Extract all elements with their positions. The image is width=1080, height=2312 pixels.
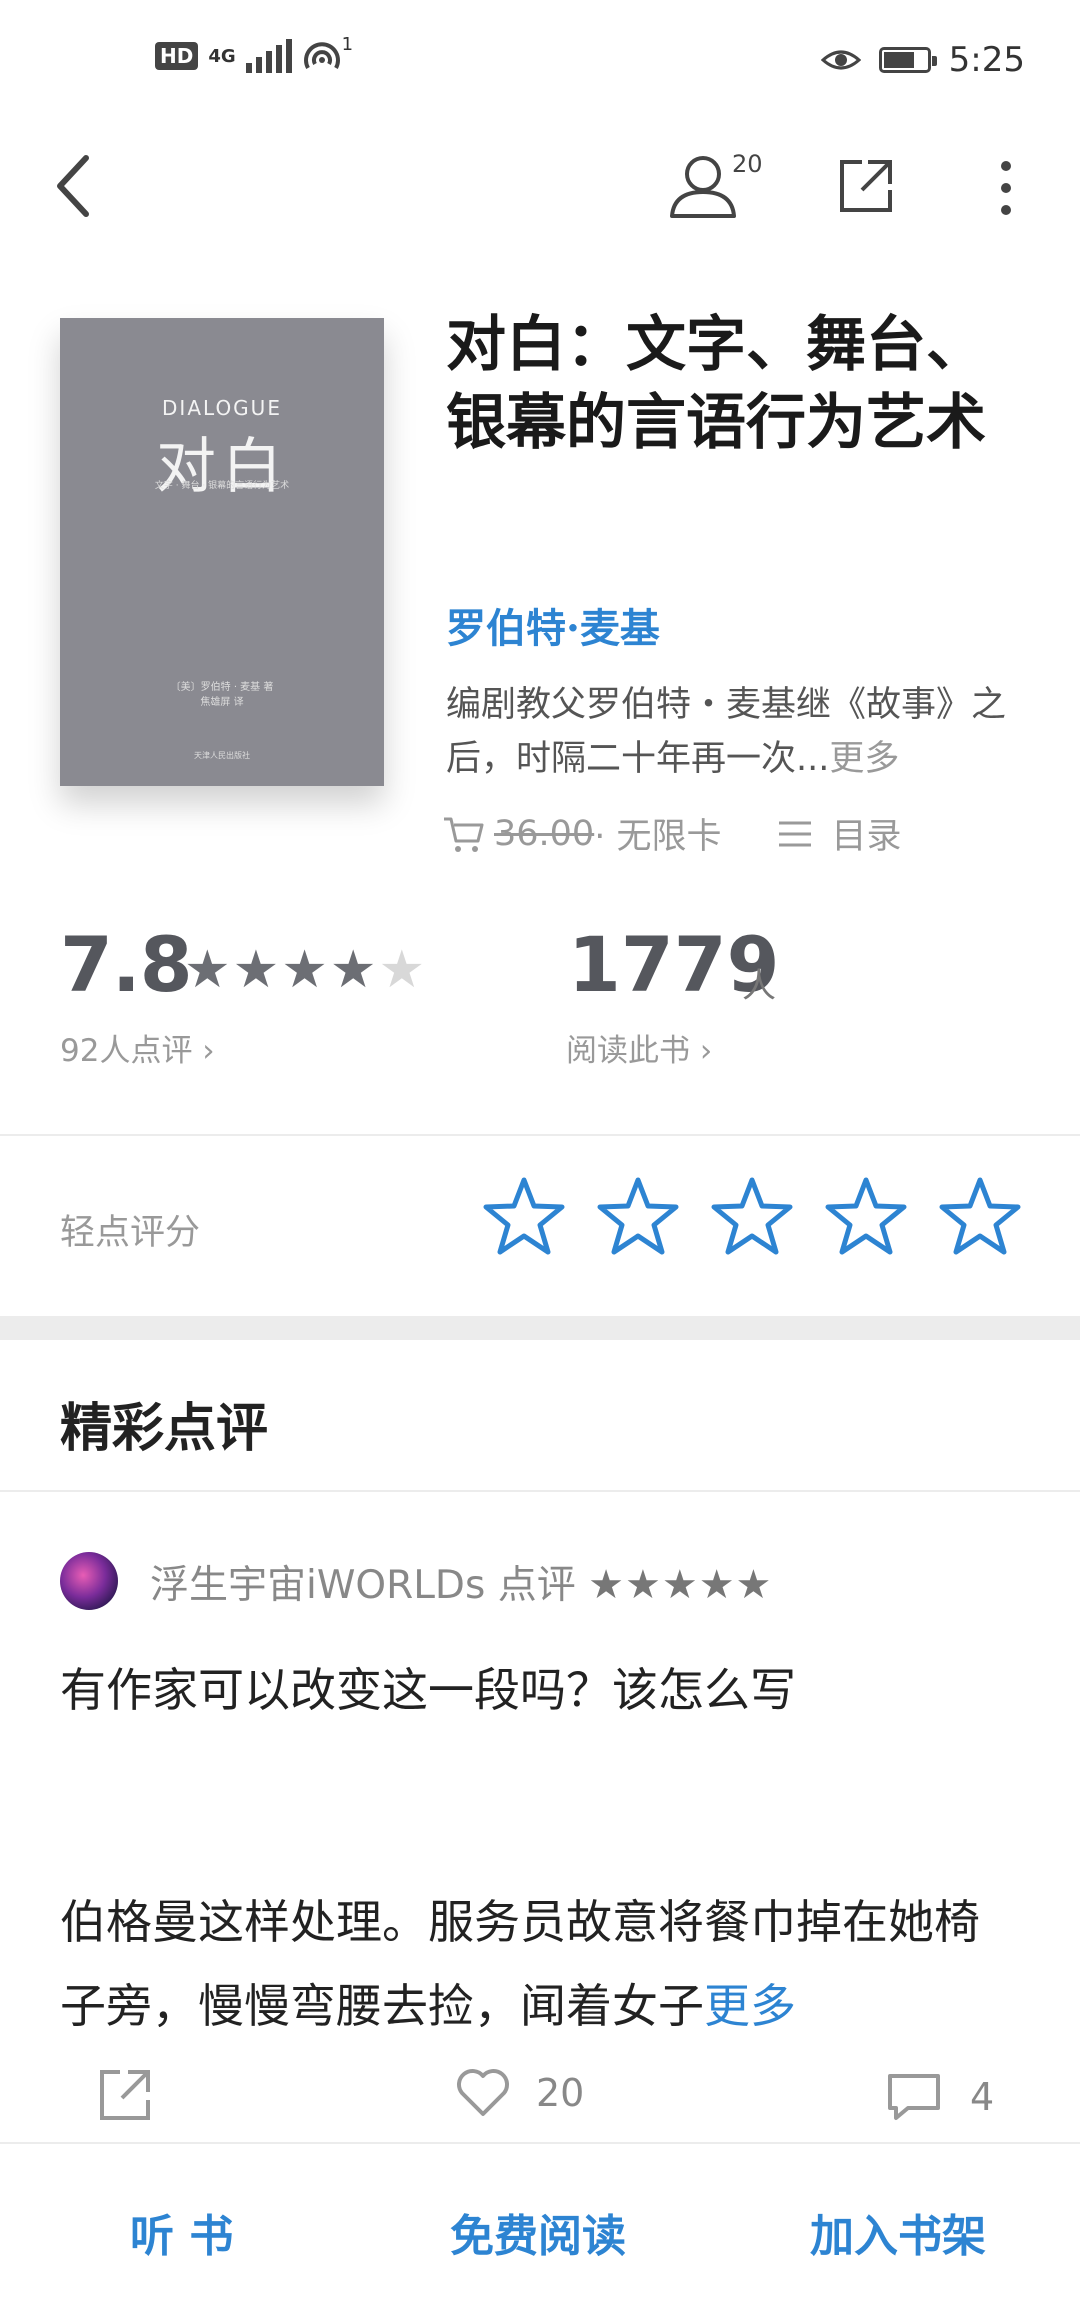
hotspot-icon <box>303 42 340 69</box>
featured-reviews-title: 精彩点评 <box>60 1399 269 1459</box>
readers-link[interactable]: 阅读此书 › <box>566 1025 712 1070</box>
book-description[interactable]: 编剧教父罗伯特・麦基继《故事》之后，时隔二十年再一次...更多 <box>446 678 1026 786</box>
cover-chinese-title: 对白 <box>156 432 288 502</box>
cover-publisher: 天津人民出版社 <box>194 751 250 760</box>
heart-icon <box>457 2069 509 2116</box>
signal-icon <box>245 39 292 73</box>
like-button[interactable]: 20 <box>456 2068 584 2118</box>
reviewer-name[interactable]: 浮生宇宙iWORLDs <box>150 1563 485 1608</box>
comment-button[interactable]: 4 <box>886 2072 994 2122</box>
chevron-right-icon: › <box>192 1033 215 1069</box>
review-count-link[interactable]: 92人点评 › <box>60 1025 215 1070</box>
reviewer-line: 浮生宇宙iWORLDs 点评 ★★★★★ <box>150 1554 772 1610</box>
readers-unit: 人 <box>742 966 776 1006</box>
star-filled-icon: ★ <box>232 940 282 1000</box>
star-empty-icon: ★ <box>378 940 428 1000</box>
readers-badge: 20 <box>732 150 763 178</box>
list-icon <box>779 821 812 846</box>
back-button[interactable] <box>52 154 92 218</box>
price-line: 36.00 · 无限卡 目录 <box>442 808 901 859</box>
toc-button[interactable]: 目录 <box>777 808 901 859</box>
review-stars: ★★★★★ <box>588 1562 773 1608</box>
cover-author: 〔美〕罗伯特 · 麦基 著 焦雄屏 译 <box>170 682 274 708</box>
book-price: 36.00 <box>494 813 595 854</box>
status-right: 5:25 <box>820 40 1025 80</box>
status-left: HD 4G 1 <box>155 34 353 74</box>
eye-comfort-icon <box>820 50 861 70</box>
cart-icon <box>444 817 484 852</box>
status-bar: HD 4G 1 5:25 <box>0 0 1080 120</box>
star-filled-icon: ★ <box>329 940 379 1000</box>
toc-label: 目录 <box>831 817 902 857</box>
comment-count: 4 <box>970 2075 995 2119</box>
section-gap <box>0 1316 1080 1340</box>
star-filled-icon: ★ <box>184 940 233 1000</box>
review-body[interactable]: 伯格曼这样处理。服务员故意将餐巾掉在她椅子旁，慢慢弯腰去捡，闻着女子更多 <box>60 1880 1020 2048</box>
add-to-shelf-button[interactable]: 加入书架 <box>810 2200 986 2264</box>
book-author[interactable]: 罗伯特·麦基 <box>446 596 660 654</box>
rate-star-1[interactable] <box>482 1174 566 1258</box>
hd-indicator: HD <box>155 42 199 70</box>
readers-button[interactable] <box>668 150 738 220</box>
comment-icon <box>888 2074 940 2120</box>
share-button[interactable] <box>836 156 896 216</box>
person-icon <box>670 156 736 218</box>
listen-button[interactable]: 听 书 <box>130 2200 233 2264</box>
clock: 5:25 <box>948 40 1025 80</box>
review-first-line[interactable]: 有作家可以改变这一段吗？该怎么写 <box>60 1654 796 1720</box>
rate-star-3[interactable] <box>710 1174 794 1258</box>
more-button[interactable] <box>996 158 1016 218</box>
rate-star-4[interactable] <box>824 1174 908 1258</box>
like-count: 20 <box>536 2071 585 2115</box>
hotspot-count: 1 <box>341 33 354 55</box>
book-cover[interactable]: DIALOGUE 对白 文字 · 舞台 · 银幕的言语行为艺术 〔美〕罗伯特 ·… <box>60 318 384 786</box>
review-share-button[interactable] <box>98 2068 152 2122</box>
battery-icon <box>878 47 937 73</box>
network-type: 4G <box>208 45 236 67</box>
cover-subtitle: 文字 · 舞台 · 银幕的言语行为艺术 <box>154 481 290 491</box>
review-action: 点评 <box>497 1563 576 1608</box>
rate-star-2[interactable] <box>596 1174 680 1258</box>
rating-score: 7.8 <box>60 920 193 1009</box>
divider <box>0 1134 1080 1136</box>
divider <box>0 1490 1080 1492</box>
avatar[interactable] <box>60 1552 118 1610</box>
tap-rate-label: 轻点评分 <box>60 1213 201 1253</box>
free-read-button[interactable]: 免费阅读 <box>450 2200 626 2264</box>
book-title: 对白：文字、舞台、银幕的言语行为艺术 <box>446 310 986 458</box>
rating-stars: ★★★★★ <box>184 940 427 1000</box>
description-more-link[interactable]: 更多 <box>829 739 899 779</box>
price-suffix: · 无限卡 <box>594 817 722 857</box>
rate-star-5[interactable] <box>938 1174 1022 1258</box>
chevron-right-icon: › <box>690 1033 713 1069</box>
star-filled-icon: ★ <box>281 940 330 1000</box>
review-more-link[interactable]: 更多 <box>704 1979 796 2033</box>
cover-english-title: DIALOGUE <box>162 396 282 420</box>
